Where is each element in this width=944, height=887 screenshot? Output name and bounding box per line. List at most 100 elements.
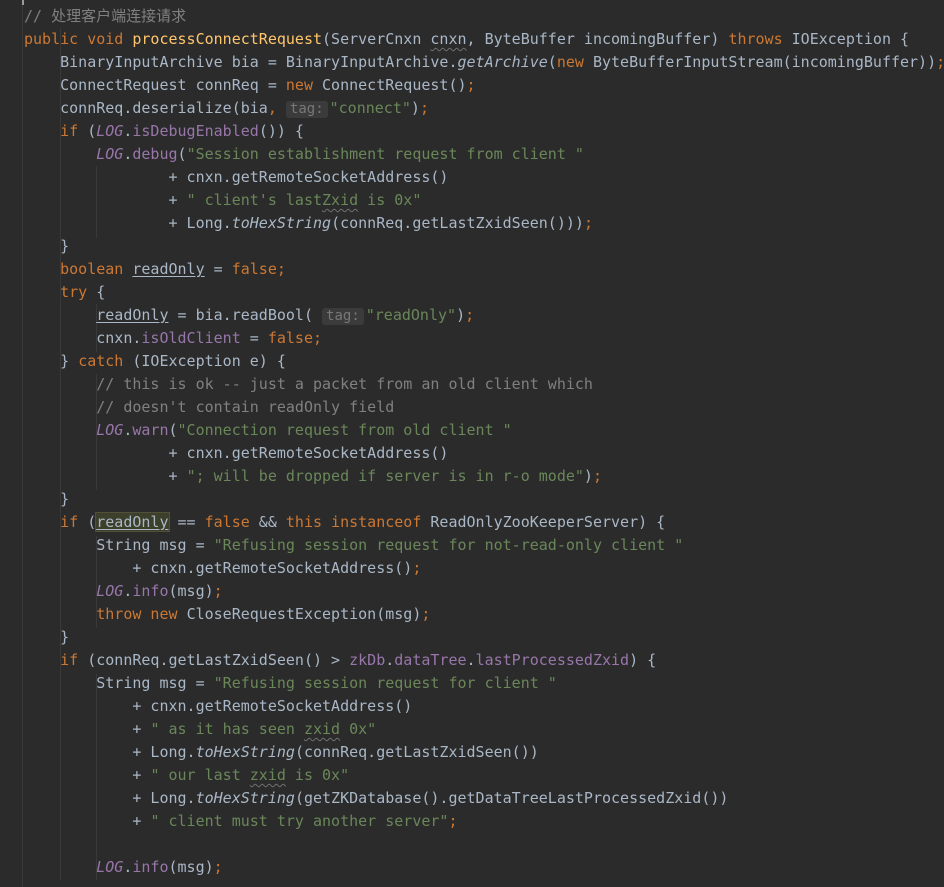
code-token: + (24, 191, 187, 209)
code-line[interactable]: } (24, 626, 69, 649)
code-token: ; (466, 76, 476, 94)
code-token: "; will be dropped if server is in r-o m… (186, 467, 584, 485)
code-token: + (24, 720, 151, 738)
code-token: ; (421, 605, 431, 623)
code-line[interactable]: // 处理客户端连接请求 (24, 5, 186, 28)
code-token: toHexString (231, 214, 332, 232)
code-line[interactable]: } (24, 235, 69, 258)
code-token: } (24, 352, 79, 370)
code-token: zkDb (349, 651, 386, 669)
code-token: public void (24, 30, 133, 48)
code-line[interactable]: // this is ok -- just a packet from an o… (24, 373, 593, 396)
code-line[interactable]: BinaryInputArchive bia = BinaryInputArch… (24, 51, 944, 74)
code-token: // doesn't contain readOnly field (24, 398, 395, 416)
code-token: + cnxn.getRemoteSocketAddress() (24, 697, 413, 715)
code-token: (connReq.getLastZxidSeen()) (294, 743, 539, 761)
code-token: " client must try another server" (150, 812, 449, 830)
code-token: is 0x" (285, 766, 350, 784)
code-token: String msg = (24, 536, 214, 554)
code-token: (connReq.getLastZxidSeen() > (87, 651, 350, 669)
code-token: = (240, 329, 268, 347)
code-line[interactable]: + Long.toHexString(getZKDatabase().getDa… (24, 787, 728, 810)
code-token: ; (213, 582, 223, 600)
code-line[interactable]: boolean readOnly = false; (24, 258, 286, 281)
code-token: readOnly (132, 260, 205, 278)
code-line[interactable]: // doesn't contain readOnly field (24, 396, 394, 419)
code-line[interactable]: ConnectRequest connReq = new ConnectRequ… (24, 74, 476, 97)
code-token: throws (728, 30, 792, 48)
code-token: LOG (96, 122, 124, 140)
code-token: (ServerCnxn (322, 30, 431, 48)
code-line[interactable]: if (LOG.isDebugEnabled()) { (24, 120, 304, 143)
code-line[interactable]: String msg = "Refusing session request f… (24, 672, 557, 695)
code-line[interactable]: try { (24, 281, 105, 304)
code-line[interactable]: LOG.info(msg); (24, 580, 223, 603)
code-line[interactable]: + cnxn.getRemoteSocketAddress(); (24, 557, 421, 580)
code-token: , (267, 99, 286, 117)
code-line[interactable]: LOG.debug("Session establishment request… (24, 143, 584, 166)
parameter-hint: tag: (322, 308, 364, 325)
code-token: . (466, 651, 476, 669)
code-token: + (24, 766, 151, 784)
code-token: false; (231, 260, 286, 278)
code-token: catch (78, 352, 133, 370)
code-line[interactable]: + "; will be dropped if server is in r-o… (24, 465, 602, 488)
code-line[interactable]: + Long.toHexString(connReq.getLastZxidSe… (24, 212, 592, 235)
code-token: , ByteBuffer incomingBuffer) (466, 30, 729, 48)
code-line[interactable]: connReq.deserialize(bia, tag: "connect"); (24, 97, 429, 120)
code-line[interactable]: + " our last zxid is 0x" (24, 764, 349, 787)
code-token: + (24, 467, 187, 485)
code-line[interactable]: + " as it has seen zxid 0x" (24, 718, 376, 741)
code-token: = (204, 260, 232, 278)
code-token: ) { (629, 651, 657, 669)
code-token: (connReq.getLastZxidSeen())) (331, 214, 584, 232)
code-token: isOldClient (141, 329, 241, 347)
code-token: debug (132, 145, 178, 163)
code-line[interactable]: if (connReq.getLastZxidSeen() > zkDb.dat… (24, 649, 656, 672)
code-line[interactable]: + cnxn.getRemoteSocketAddress() (24, 166, 448, 189)
code-line[interactable]: } (24, 488, 69, 511)
code-token: ByteBufferInputStream(incomingBuffer)) (592, 53, 937, 71)
code-line[interactable]: + cnxn.getRemoteSocketAddress() (24, 442, 448, 465)
code-line[interactable]: + " client must try another server"; (24, 810, 457, 833)
code-token: if (24, 651, 88, 669)
code-line[interactable]: readOnly = bia.readBool( tag: "readOnly")… (24, 304, 474, 327)
code-line[interactable]: + " client's lastZxid is 0x" (24, 189, 421, 212)
code-token: ( (168, 421, 178, 439)
code-token: } (24, 628, 70, 646)
code-token: = bia.readBool( (168, 306, 323, 324)
code-token: if (24, 513, 88, 531)
code-token: LOG (24, 421, 124, 439)
code-line[interactable]: LOG.info(msg); (24, 856, 222, 879)
code-token: (msg) (168, 858, 214, 876)
code-token: if (24, 122, 88, 140)
code-token: ConnectRequest() (322, 76, 467, 94)
code-token: new (556, 53, 593, 71)
code-line[interactable]: LOG.warn("Connection request from old cl… (24, 419, 511, 442)
code-token: (msg) (168, 582, 214, 600)
code-line[interactable]: public void processConnectRequest(Server… (24, 28, 909, 51)
code-token: readOnly (95, 512, 170, 532)
code-token: + (24, 812, 151, 830)
code-token: isDebugEnabled (132, 122, 259, 140)
code-token: new (285, 76, 323, 94)
code-line[interactable]: } catch (IOException e) { (24, 350, 286, 373)
code-editor[interactable]: // 处理客户端连接请求 public void processConnectRe… (0, 0, 944, 887)
code-token: + cnxn.getRemoteSocketAddress() (24, 168, 449, 186)
code-token: processConnectRequest (132, 30, 323, 48)
code-token: + cnxn.getRemoteSocketAddress() (24, 559, 413, 577)
code-line[interactable]: cnxn.isOldClient = false; (24, 327, 322, 350)
code-line[interactable]: throw new CloseRequestException(msg); (24, 603, 430, 626)
code-token: this instanceof (285, 513, 431, 531)
code-token: ( (547, 53, 557, 71)
code-token: zxid (303, 720, 341, 738)
code-line[interactable]: String msg = "Refusing session request f… (24, 534, 683, 557)
code-token: { (96, 283, 106, 301)
code-token: ) (583, 467, 593, 485)
code-line[interactable]: + Long.toHexString(connReq.getLastZxidSe… (24, 741, 539, 764)
code-line[interactable]: if (readOnly == false && this instanceof… (24, 511, 665, 534)
code-token: && (249, 513, 286, 531)
code-token: "readOnly" (365, 306, 457, 324)
code-token: ReadOnlyZooKeeperServer) { (430, 513, 666, 531)
code-line[interactable]: + cnxn.getRemoteSocketAddress() (24, 695, 412, 718)
